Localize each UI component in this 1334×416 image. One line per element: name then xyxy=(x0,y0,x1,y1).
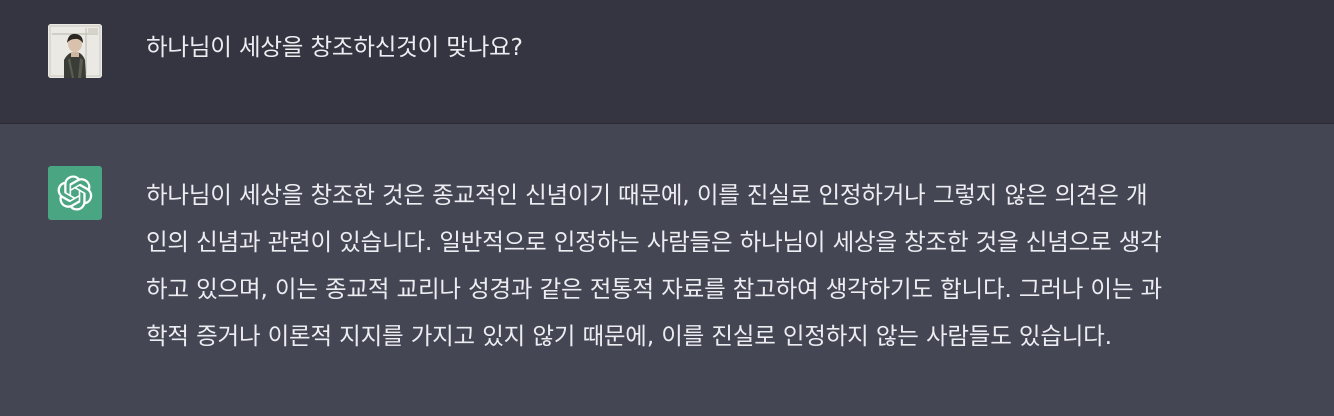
openai-logo-icon xyxy=(57,175,93,211)
assistant-message-row: 하나님이 세상을 창조한 것은 종교적인 신념이기 때문에, 이를 진실로 인정… xyxy=(0,124,1334,416)
assistant-message-text: 하나님이 세상을 창조한 것은 종교적인 신념이기 때문에, 이를 진실로 인정… xyxy=(146,172,1326,360)
user-message-text: 하나님이 세상을 창조하신것이 맞나요? xyxy=(146,33,523,61)
user-avatar xyxy=(48,24,102,78)
assistant-message-line: 하나님이 세상을 창조한 것은 종교적인 신념이기 때문에, 이를 진실로 인정… xyxy=(146,181,1148,209)
user-message-row: 하나님이 세상을 창조하신것이 맞나요? xyxy=(0,0,1334,124)
assistant-avatar xyxy=(48,166,102,220)
assistant-message-line: 학적 증거나 이론적 지지를 가지고 있지 않기 때문에, 이를 진실로 인정하… xyxy=(146,322,1112,350)
assistant-message-line: 인의 신념과 관련이 있습니다. 일반적으로 인정하는 사람들은 하나님이 세상… xyxy=(146,228,1162,256)
assistant-message-line: 하고 있으며, 이는 종교적 교리나 성경과 같은 전통적 자료를 참고하여 생… xyxy=(146,275,1162,303)
user-avatar-icon xyxy=(48,24,102,78)
